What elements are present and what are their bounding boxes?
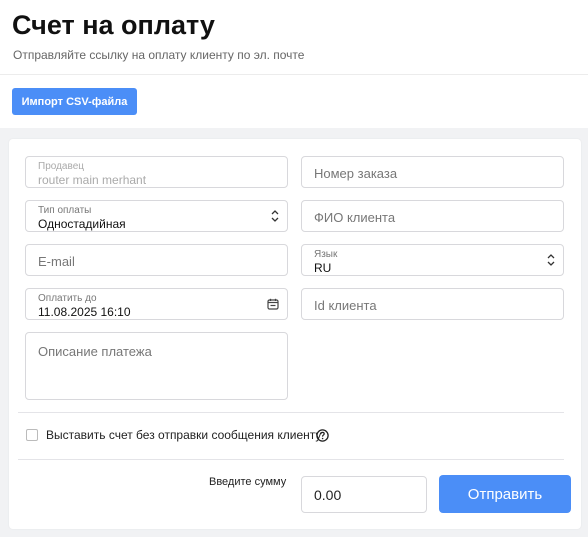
payment-description-placeholder: Описание платежа	[38, 344, 152, 359]
page-header: Счет на оплату Отправляйте ссылку на опл…	[0, 0, 588, 128]
language-select[interactable]: Язык RU	[301, 244, 564, 276]
seller-value: router main merhant	[38, 173, 147, 187]
amount-label: Введите сумму	[209, 476, 287, 488]
payment-type-value: Одностадийная	[38, 217, 126, 231]
amount-input[interactable]: 0.00	[301, 476, 427, 513]
pay-until-datetime[interactable]: Оплатить до 11.08.2025 16:10	[25, 288, 288, 320]
no-notify-checkbox[interactable]	[26, 429, 38, 441]
pay-until-value: 11.08.2025 16:10	[38, 305, 131, 319]
chevron-up-down-icon	[271, 210, 279, 222]
language-value: RU	[314, 261, 332, 275]
pay-until-label: Оплатить до	[38, 293, 97, 304]
email-placeholder: E-mail	[38, 254, 75, 269]
payment-type-select[interactable]: Тип оплаты Одностадийная	[25, 200, 288, 232]
no-notify-checkbox-label[interactable]: Выставить счет без отправки сообщения кл…	[46, 428, 321, 442]
header-divider	[0, 74, 588, 75]
import-csv-button[interactable]: Импорт CSV-файла	[12, 88, 137, 115]
payment-description-textarea[interactable]: Описание платежа	[25, 332, 288, 400]
client-id-input[interactable]: Id клиента	[301, 288, 564, 320]
chevron-up-down-icon	[547, 254, 555, 266]
calendar-icon[interactable]	[267, 298, 279, 310]
client-name-input[interactable]: ФИО клиента	[301, 200, 564, 232]
email-input[interactable]: E-mail	[25, 244, 288, 276]
page-subtitle: Отправляйте ссылку на оплату клиенту по …	[13, 48, 305, 62]
client-id-placeholder: Id клиента	[314, 298, 377, 313]
order-number-input[interactable]: Номер заказа	[301, 156, 564, 188]
client-name-placeholder: ФИО клиента	[314, 210, 396, 225]
page-title: Счет на оплату	[12, 10, 215, 40]
question-circle-icon[interactable]	[316, 429, 329, 442]
order-number-placeholder: Номер заказа	[314, 166, 398, 181]
seller-field: Продавец router main merhant	[25, 156, 288, 188]
payment-type-label: Тип оплаты	[38, 205, 92, 216]
footer-divider	[18, 459, 564, 460]
language-label: Язык	[314, 249, 338, 260]
send-button[interactable]: Отправить	[439, 475, 571, 513]
form-divider	[18, 412, 564, 413]
seller-label: Продавец	[38, 161, 84, 172]
